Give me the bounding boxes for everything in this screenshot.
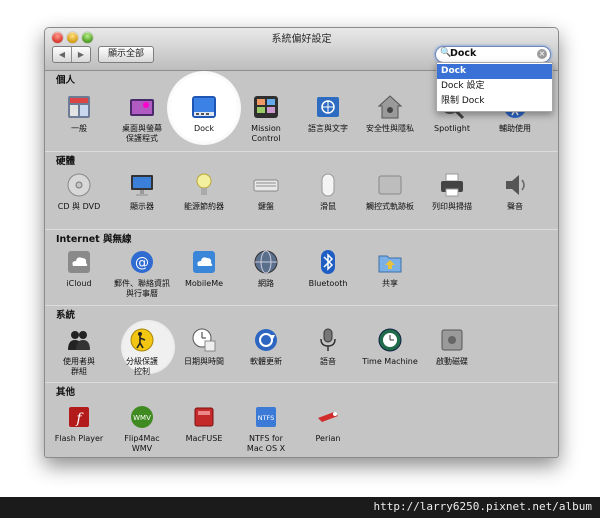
pane-label: 桌面與螢幕 保護程式 <box>122 124 162 143</box>
pane-label: 共享 <box>382 279 398 288</box>
time-machine-icon <box>378 328 402 352</box>
bluetooth-icon <box>321 250 335 274</box>
pane-label: NTFS for Mac OS X <box>246 434 286 453</box>
pane-label: 啟動磁碟 <box>436 357 468 366</box>
pane-label: Mission Control <box>251 124 281 143</box>
pane-label: Spotlight <box>434 124 470 133</box>
trackpad-icon <box>378 175 402 195</box>
network-globe-icon <box>254 250 278 274</box>
pane-label: MacFUSE <box>185 434 223 443</box>
window-title: 系統偏好設定 <box>271 34 332 45</box>
pane-label: 列印與掃描 <box>432 202 472 211</box>
display-icon <box>131 175 153 196</box>
pane-label: 顯示器 <box>130 202 154 211</box>
dock-icon <box>192 96 216 118</box>
section-internet-wireless: Internet 與無線 iCloud @ 郵件、聯絡資訊 與行事曆 Mobil… <box>45 229 558 305</box>
sharing-folder-icon <box>378 255 402 273</box>
pane-label: 一般 <box>71 124 87 133</box>
at-sign-icon: @ <box>131 251 153 273</box>
lightbulb-icon <box>196 173 212 195</box>
perian-icon <box>318 412 338 422</box>
flash-player-icon: f <box>69 407 89 427</box>
speaker-icon <box>506 175 525 195</box>
mobileme-cloud-icon <box>193 251 215 273</box>
pane-label: MobileMe <box>184 279 224 288</box>
mission-control-icon <box>254 96 278 118</box>
cd-dvd-icon <box>67 173 91 197</box>
pane-label: 使用者與 群組 <box>63 357 95 376</box>
software-update-icon <box>255 329 277 351</box>
forward-button[interactable]: ▶ <box>71 47 90 62</box>
search-input[interactable]: Dock <box>450 48 476 59</box>
pane-label: Time Machine <box>362 357 418 366</box>
pane-label: 郵件、聯絡資訊 與行事曆 <box>114 279 170 298</box>
pane-label: Dock <box>193 124 215 133</box>
show-all-button[interactable]: 顯示全部 <box>98 46 154 63</box>
pane-label: 滑鼠 <box>320 202 336 211</box>
general-icon <box>68 96 90 118</box>
mouse-icon <box>321 173 335 197</box>
pane-label: 軟體更新 <box>250 357 282 366</box>
section-title: 個人 <box>56 75 76 86</box>
section-title: 其他 <box>56 387 76 398</box>
pane-label: 安全性與隱私 <box>366 124 414 133</box>
pane-label: 觸控式軌跡板 <box>366 202 414 211</box>
section-title: 硬體 <box>56 156 76 167</box>
pane-label: Flash Player <box>54 434 104 443</box>
keyboard-icon <box>253 179 279 192</box>
icloud-icon <box>68 251 90 273</box>
pane-label: 網路 <box>258 279 274 288</box>
svg-text:WMV: WMV <box>133 414 151 422</box>
search-result-item[interactable]: 限制 Dock <box>437 94 552 109</box>
clear-search-icon[interactable]: × <box>537 49 547 59</box>
search-result-item[interactable]: Dock 設定 <box>437 79 552 94</box>
language-text-icon <box>317 97 339 117</box>
watermark-bar: http://larry6250.pixnet.net/album <box>0 497 600 518</box>
pane-label: Flip4Mac WMV <box>124 434 160 453</box>
flip4mac-wmv-icon: WMV <box>131 406 153 428</box>
startup-disk-icon <box>441 329 463 351</box>
search-result-item[interactable]: Dock <box>437 64 552 79</box>
pane-label: 語言與文字 <box>308 124 348 133</box>
pane-label: Bluetooth <box>308 279 348 288</box>
section-title: 系統 <box>56 310 76 321</box>
pane-label: 能源節約器 <box>184 202 224 211</box>
pane-label: 聲音 <box>507 202 523 211</box>
macfuse-icon <box>194 407 214 427</box>
search-field[interactable]: 🔍 Dock × <box>435 46 551 63</box>
pane-label: 語音 <box>320 357 336 366</box>
preferences-content: 個人 一般 桌面與螢幕 保護程式 Dock Mission Control 語言… <box>45 71 558 457</box>
svg-text:NTFS: NTFS <box>258 414 275 422</box>
watermark-url: http://larry6250.pixnet.net/album <box>373 500 592 513</box>
section-title: Internet 與無線 <box>56 234 132 245</box>
search-results-menu: Dock Dock 設定 限制 Dock <box>436 62 553 112</box>
section-other: 其他 f Flash Player WMV Flip4Mac WMV MacFU… <box>45 382 558 457</box>
desktop-screensaver-icon <box>130 99 154 116</box>
clock-calendar-icon <box>192 328 216 352</box>
nav-buttons: ◀ ▶ <box>52 46 91 63</box>
pane-label: iCloud <box>66 279 92 288</box>
pane-label: Perian <box>315 434 341 443</box>
ntfs-icon: NTFS <box>256 407 276 427</box>
pane-label: CD 與 DVD <box>57 202 101 211</box>
pane-label: 分級保護 控制 <box>126 357 158 376</box>
security-house-icon <box>377 95 403 119</box>
microphone-icon <box>320 328 336 351</box>
pane-label: 鍵盤 <box>258 202 274 211</box>
pane-label: 輔助使用 <box>499 124 531 133</box>
back-button[interactable]: ◀ <box>53 47 71 62</box>
section-system: 系統 使用者與 群組 分級保護 控制 日期與時間 軟體更新 語音 Time Ma… <box>45 305 558 382</box>
parental-controls-icon <box>130 328 154 352</box>
section-hardware: 硬體 CD 與 DVD 顯示器 能源節約器 鍵盤 滑鼠 觸控式軌跡板 列印與掃描… <box>45 151 558 229</box>
users-icon <box>68 331 90 350</box>
pane-label: 日期與時間 <box>184 357 224 366</box>
svg-text:@: @ <box>135 255 149 271</box>
printer-icon <box>441 173 463 197</box>
